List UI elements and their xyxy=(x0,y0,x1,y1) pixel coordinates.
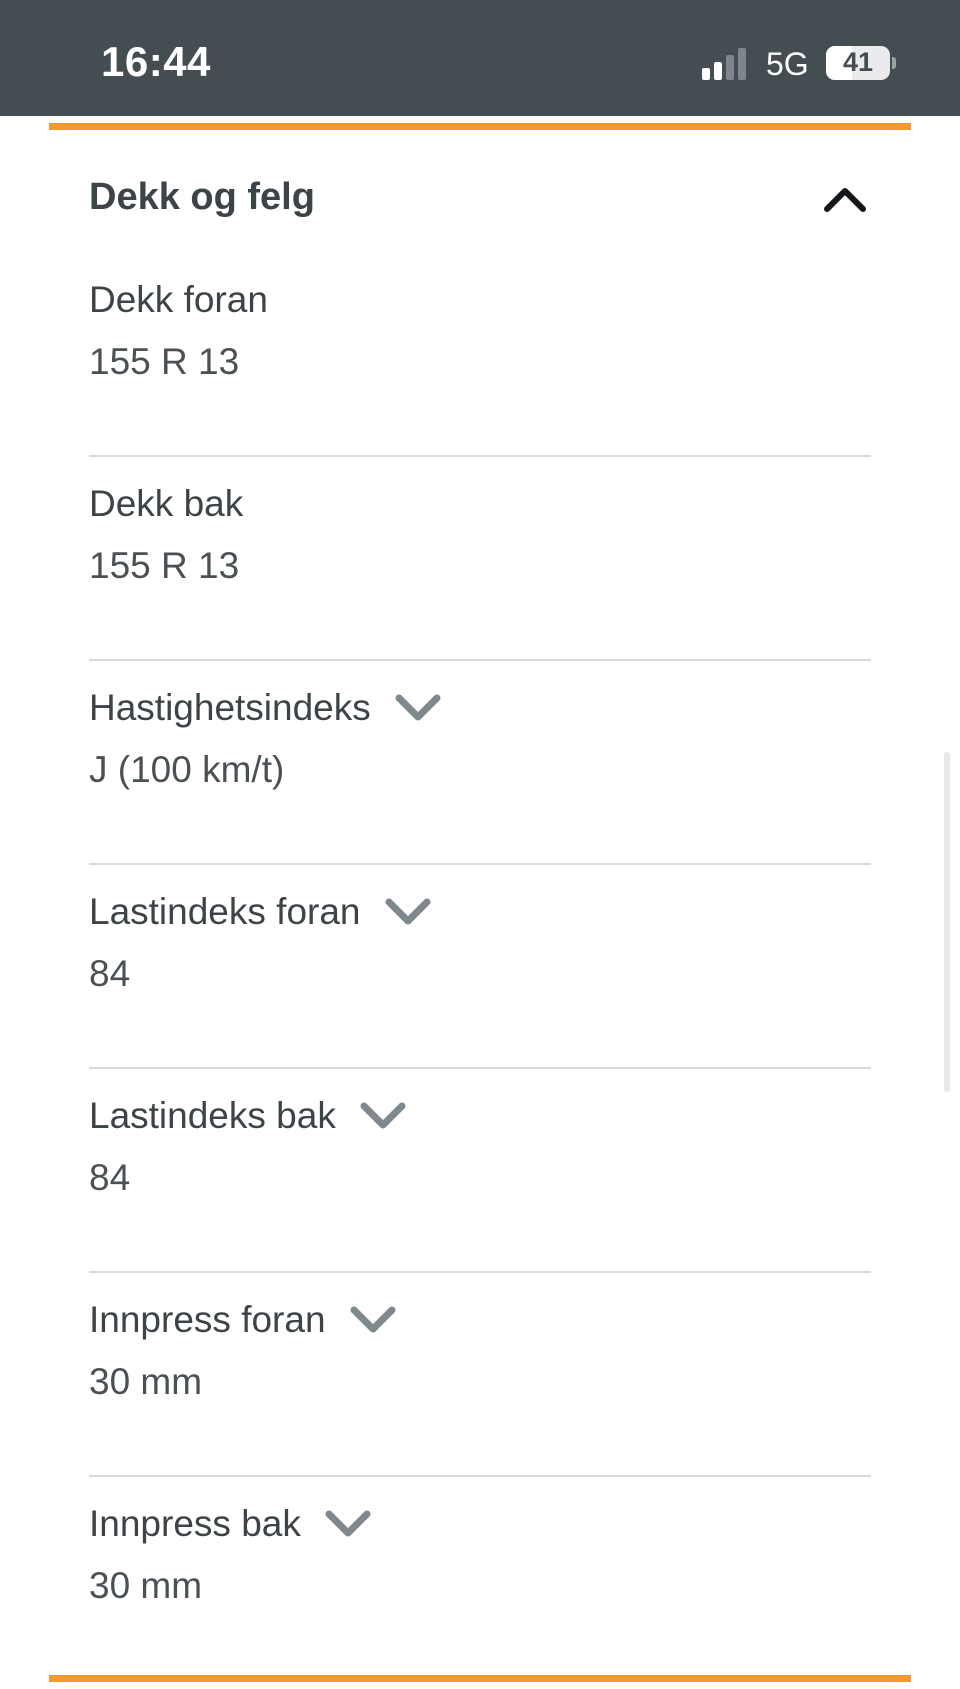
spec-label-line[interactable]: Innpress bak xyxy=(89,1499,373,1549)
signal-icon xyxy=(702,48,746,80)
spec-row: Dekk foran 155 R 13 xyxy=(89,253,871,457)
spec-value: 30 mm xyxy=(89,1565,203,1606)
spec-value: 84 xyxy=(89,953,131,994)
spec-row: Innpress foran 30 mm xyxy=(89,1273,871,1477)
spec-label-line[interactable]: Hastighetsindeks xyxy=(89,683,443,733)
spec-label-line[interactable]: Lastindeks bak xyxy=(89,1091,408,1141)
scrollbar[interactable] xyxy=(944,752,950,1092)
chevron-down-icon[interactable] xyxy=(393,693,443,723)
spec-value: 155 R 13 xyxy=(89,545,240,586)
spec-label: Innpress bak xyxy=(89,1503,301,1544)
status-time: 16:44 xyxy=(101,38,211,85)
spec-row: Lastindeks bak 84 xyxy=(89,1069,871,1273)
spec-row: Innpress bak 30 mm xyxy=(89,1477,871,1681)
spec-label: Innpress foran xyxy=(89,1299,326,1340)
spec-value: 155 R 13 xyxy=(89,341,240,382)
spec-label: Dekk bak xyxy=(89,483,244,524)
chevron-down-icon[interactable] xyxy=(358,1101,408,1131)
spec-row: Lastindeks foran 84 xyxy=(89,865,871,1069)
spec-list: Dekk foran 155 R 13 Dekk bak 155 R 13 Hastig… xyxy=(89,253,871,1681)
spec-label: Lastindeks foran xyxy=(89,891,361,932)
chevron-down-icon[interactable] xyxy=(383,897,433,927)
chevron-down-icon[interactable] xyxy=(348,1305,398,1335)
spec-label-line: Dekk bak xyxy=(89,479,243,529)
section-header-dekk-og-felg[interactable]: Dekk og felg xyxy=(49,160,911,240)
spec-value: 84 xyxy=(89,1157,131,1198)
spec-label: Lastindeks bak xyxy=(89,1095,336,1136)
spec-label: Hastighetsindeks xyxy=(89,687,371,728)
spec-label-line[interactable]: Lastindeks foran xyxy=(89,887,433,937)
spec-label-line[interactable]: Innpress foran xyxy=(89,1295,398,1345)
spec-row: Hastighetsindeks J (100 km/t) xyxy=(89,661,871,865)
spec-value: 30 mm xyxy=(89,1361,203,1402)
spec-label-line: Dekk foran xyxy=(89,275,268,325)
chevron-up-icon[interactable] xyxy=(822,182,868,214)
section-title: Dekk og felg xyxy=(89,176,315,218)
status-bar: 16:44 5G 41 xyxy=(0,0,960,116)
accent-divider-top xyxy=(49,123,911,130)
battery-level: 41 xyxy=(842,47,874,77)
battery-icon: 41 xyxy=(826,46,896,82)
accent-divider-bottom xyxy=(49,1675,911,1682)
spec-value: J (100 km/t) xyxy=(89,749,285,790)
network-label: 5G xyxy=(766,46,809,82)
spec-label: Dekk foran xyxy=(89,279,268,320)
spec-row: Dekk bak 155 R 13 xyxy=(89,457,871,661)
chevron-down-icon[interactable] xyxy=(323,1509,373,1539)
